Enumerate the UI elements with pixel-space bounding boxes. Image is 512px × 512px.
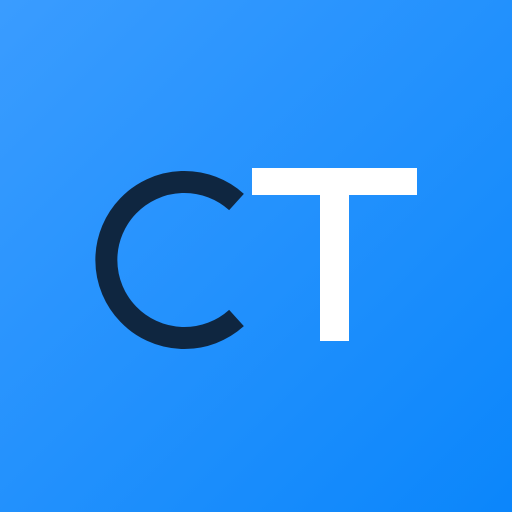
letter-c-glyph (95, 171, 244, 349)
app-icon: C T (0, 0, 512, 512)
ct-logo-mark (95, 168, 417, 349)
letter-t-stem (320, 168, 349, 341)
